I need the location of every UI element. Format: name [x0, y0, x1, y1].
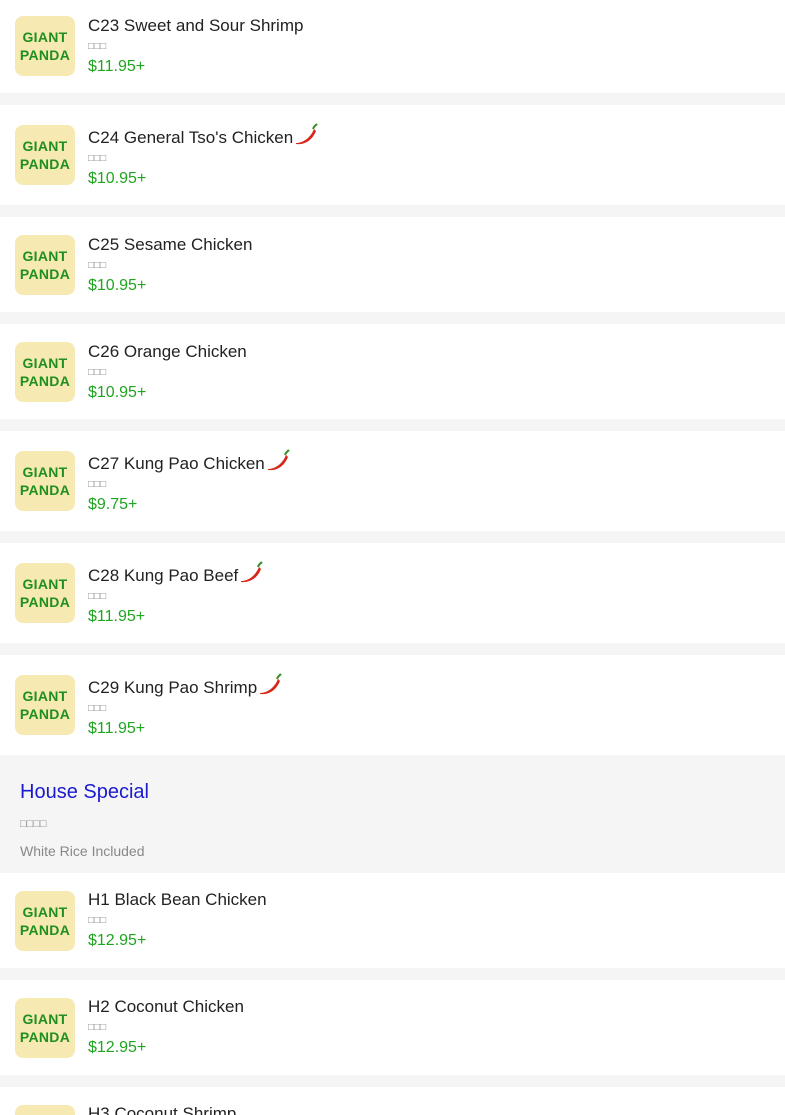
- chili-pepper-icon: [267, 449, 290, 471]
- menu-item[interactable]: GIANT PANDA C23 Sweet and Sour Shrimp □□…: [0, 0, 785, 93]
- menu-item-price: $11.95+: [88, 58, 146, 75]
- giant-panda-logo-thumbnail: GIANT PANDA: [15, 342, 75, 402]
- menu-item[interactable]: GIANT PANDA C29 Kung Pao Shrimp □□□ $11.…: [0, 655, 785, 755]
- menu-item[interactable]: GIANT PANDA C26 Orange Chicken □□□ $10.9…: [0, 324, 785, 419]
- menu-item-price: $12.95+: [88, 1039, 147, 1056]
- chili-pepper-icon: [296, 123, 318, 145]
- section-title: House Special: [20, 781, 149, 803]
- menu-item-name: C27 Kung Pao Chicken: [88, 449, 290, 474]
- menu-item-name: C28 Kung Pao Beef: [88, 561, 263, 586]
- menu-section-header: House Special □□□□ White Rice Included: [0, 755, 785, 873]
- menu-item-chinese-name: □□□: [88, 1022, 107, 1033]
- menu-item-chinese-name: □□□: [88, 591, 107, 602]
- giant-panda-logo-thumbnail: GIANT PANDA: [15, 675, 75, 735]
- menu-item-chinese-name: □□□: [88, 153, 107, 164]
- section-chinese-title: □□□□: [20, 818, 47, 830]
- menu-item-name: C24 General Tso's Chicken: [88, 123, 318, 148]
- menu-item-chinese-name: □□□: [88, 479, 107, 490]
- menu-item-name: C25 Sesame Chicken: [88, 235, 253, 254]
- menu-item[interactable]: GIANT PANDA H2 Coconut Chicken □□□ $12.9…: [0, 980, 785, 1075]
- giant-panda-logo-thumbnail: GIANT PANDA: [15, 891, 75, 951]
- menu-item[interactable]: GIANT PANDA C28 Kung Pao Beef □□□ $11.95…: [0, 543, 785, 643]
- menu-item-name: H2 Coconut Chicken: [88, 997, 244, 1016]
- menu-item-price: $10.95+: [88, 277, 147, 294]
- menu-item[interactable]: GIANT PANDA C24 General Tso's Chicken □□…: [0, 105, 785, 205]
- menu-item-price: $9.75+: [88, 496, 138, 513]
- menu-item[interactable]: GIANT PANDA C25 Sesame Chicken □□□ $10.9…: [0, 217, 785, 312]
- giant-panda-logo-thumbnail: GIANT PANDA: [15, 998, 75, 1058]
- menu-item[interactable]: GIANT PANDA H1 Black Bean Chicken □□□ $1…: [0, 873, 785, 968]
- menu-item-price: $11.95+: [88, 720, 146, 737]
- section-note: White Rice Included: [20, 843, 145, 859]
- menu-item-name: H1 Black Bean Chicken: [88, 890, 267, 909]
- giant-panda-logo-thumbnail: GIANT PANDA: [15, 16, 75, 76]
- menu-item-chinese-name: □□□: [88, 260, 107, 271]
- giant-panda-logo-thumbnail: GIANT PANDA: [15, 125, 75, 185]
- menu-item-price: $12.95+: [88, 932, 147, 949]
- menu-item-price: $10.95+: [88, 384, 147, 401]
- giant-panda-logo-thumbnail: GIANT PANDA: [15, 1105, 75, 1115]
- menu-item[interactable]: GIANT PANDA C27 Kung Pao Chicken □□□ $9.…: [0, 431, 785, 531]
- chili-pepper-icon: [241, 561, 263, 583]
- menu-item-chinese-name: □□□: [88, 915, 107, 926]
- menu-item-name: C26 Orange Chicken: [88, 342, 247, 361]
- menu-item-price: $11.95+: [88, 608, 146, 625]
- menu-item[interactable]: GIANT PANDA H3 Coconut Shrimp: [0, 1087, 785, 1115]
- giant-panda-logo-thumbnail: GIANT PANDA: [15, 451, 75, 511]
- giant-panda-logo-thumbnail: GIANT PANDA: [15, 235, 75, 295]
- menu-item-name: H3 Coconut Shrimp: [88, 1104, 237, 1115]
- menu-item-chinese-name: □□□: [88, 367, 107, 378]
- menu-item-name: C29 Kung Pao Shrimp: [88, 673, 282, 698]
- menu-item-name: C23 Sweet and Sour Shrimp: [88, 16, 304, 35]
- chili-pepper-icon: [260, 673, 282, 695]
- menu-item-chinese-name: □□□: [88, 41, 107, 52]
- giant-panda-logo-thumbnail: GIANT PANDA: [15, 563, 75, 623]
- menu-item-chinese-name: □□□: [88, 703, 107, 714]
- menu-item-price: $10.95+: [88, 170, 147, 187]
